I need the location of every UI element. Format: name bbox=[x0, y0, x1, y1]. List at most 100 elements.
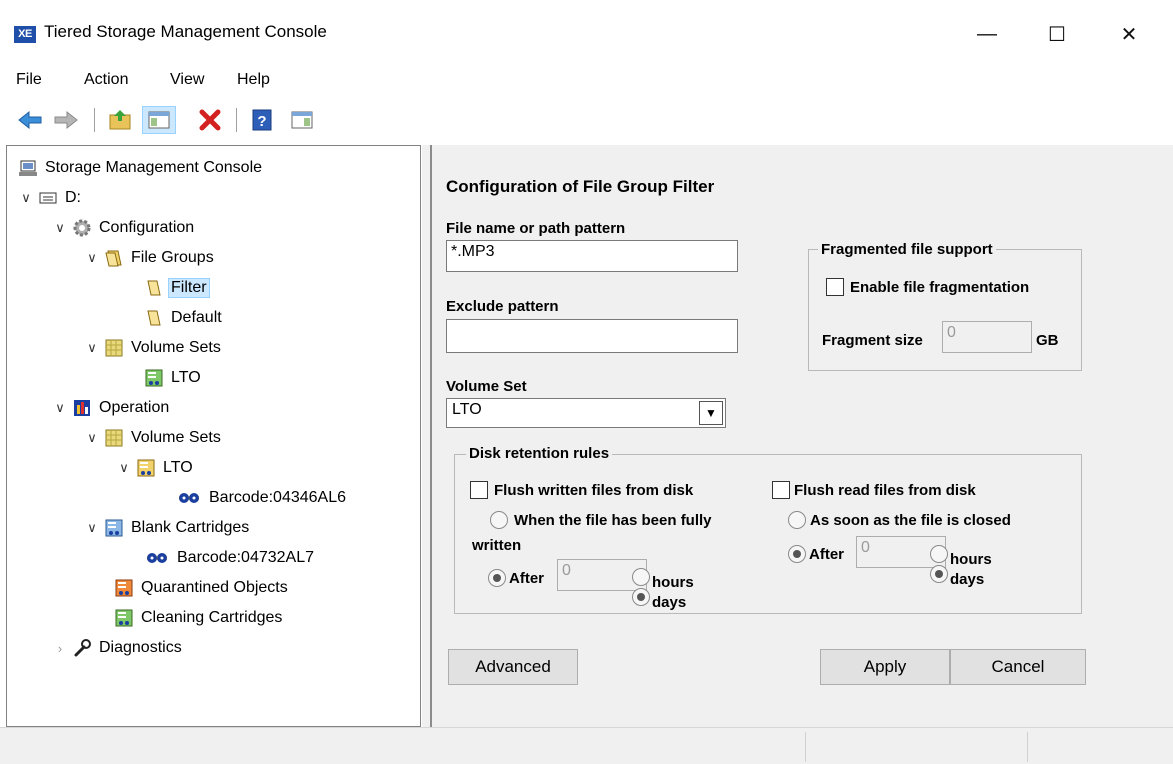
radio-button[interactable] bbox=[488, 569, 506, 587]
window-title: Tiered Storage Management Console bbox=[44, 22, 327, 41]
details-pane: Configuration of File Group Filter File … bbox=[430, 145, 1173, 727]
fragmented-group-title: Fragmented file support bbox=[818, 241, 996, 258]
tape-reels-icon bbox=[177, 489, 201, 507]
minimize-button[interactable]: — bbox=[964, 14, 1010, 54]
tree-item-volume-sets-op[interactable]: ∨ Volume Sets bbox=[83, 426, 224, 450]
chevron-down-icon[interactable]: ∨ bbox=[115, 460, 133, 476]
chevron-down-icon[interactable]: ∨ bbox=[83, 520, 101, 536]
exclude-pattern-input[interactable] bbox=[446, 319, 738, 353]
maximize-button[interactable]: ☐ bbox=[1034, 14, 1080, 54]
radio-button[interactable] bbox=[788, 545, 806, 563]
menu-action[interactable]: Action bbox=[84, 71, 128, 89]
chevron-down-icon[interactable]: ∨ bbox=[17, 190, 35, 206]
fragment-size-label: Fragment size bbox=[822, 332, 923, 349]
tree-item-drive[interactable]: ∨ D: bbox=[17, 186, 84, 210]
tape-cartridge-icon bbox=[105, 519, 123, 537]
exclude-pattern-label: Exclude pattern bbox=[446, 298, 559, 315]
tree-item-configuration[interactable]: ∨ Configuration bbox=[51, 216, 197, 240]
advanced-button[interactable]: Advanced bbox=[448, 649, 578, 685]
chevron-down-icon[interactable]: ∨ bbox=[83, 250, 101, 266]
checkbox-box[interactable] bbox=[470, 481, 488, 499]
read-closed-radio[interactable]: As soon as the file is closed bbox=[788, 511, 1011, 529]
flush-written-checkbox[interactable]: Flush written files from disk bbox=[470, 481, 693, 499]
fragment-size-input[interactable]: 0 bbox=[942, 321, 1032, 353]
tree-item-diagnostics[interactable]: › Diagnostics bbox=[51, 636, 185, 660]
radio-button[interactable] bbox=[490, 511, 508, 529]
back-arrow-icon[interactable] bbox=[14, 106, 46, 134]
status-separator bbox=[805, 732, 806, 762]
fragment-size-unit: GB bbox=[1036, 332, 1059, 349]
tree-item-barcode-2[interactable]: Barcode:04732AL7 bbox=[145, 546, 317, 570]
status-separator bbox=[1027, 732, 1028, 762]
tree-item-barcode-1[interactable]: Barcode:04346AL6 bbox=[177, 486, 349, 510]
toolbar-separator bbox=[94, 108, 95, 132]
tree-item-lto-op[interactable]: ∨ LTO bbox=[115, 456, 196, 480]
chevron-down-icon[interactable]: ∨ bbox=[51, 220, 69, 236]
tree-item-root[interactable]: Storage Management Console bbox=[19, 156, 265, 180]
menu-help[interactable]: Help bbox=[237, 71, 270, 89]
toolbar-separator bbox=[236, 108, 237, 132]
chevron-down-icon[interactable]: ∨ bbox=[83, 430, 101, 446]
written-days-radio[interactable]: days bbox=[632, 582, 686, 611]
tree-item-default[interactable]: Default bbox=[145, 306, 225, 330]
tape-cartridge-icon bbox=[145, 369, 163, 387]
tape-cartridge-icon bbox=[115, 609, 133, 627]
close-button[interactable]: ✕ bbox=[1106, 14, 1152, 54]
volume-set-select[interactable]: LTO ▼ bbox=[446, 398, 726, 428]
forward-arrow-icon[interactable] bbox=[50, 106, 82, 134]
console-tree[interactable]: Storage Management Console ∨ D: ∨ Config… bbox=[6, 145, 421, 727]
tree-item-file-groups[interactable]: ∨ File Groups bbox=[83, 246, 217, 270]
written-fully-radio[interactable]: When the file has been fully bbox=[490, 511, 712, 529]
show-action-pane-icon[interactable] bbox=[286, 106, 318, 134]
file-group-icon bbox=[145, 309, 163, 327]
menu-file[interactable]: File bbox=[16, 71, 42, 89]
tree-item-blank-cartridges[interactable]: ∨ Blank Cartridges bbox=[83, 516, 252, 540]
file-group-icon bbox=[145, 279, 163, 297]
flush-read-checkbox[interactable]: Flush read files from disk bbox=[772, 481, 976, 499]
radio-button[interactable] bbox=[632, 587, 650, 606]
delete-icon[interactable] bbox=[194, 106, 226, 134]
read-days-radio[interactable]: days bbox=[930, 559, 984, 588]
tape-cartridge-icon bbox=[115, 579, 133, 597]
radio-button[interactable] bbox=[788, 511, 806, 529]
file-pattern-input[interactable]: *.MP3 bbox=[446, 240, 738, 272]
svg-text:?: ? bbox=[257, 113, 266, 130]
file-pattern-label: File name or path pattern bbox=[446, 220, 626, 237]
volume-set-value: LTO bbox=[452, 401, 482, 418]
computer-icon bbox=[19, 159, 37, 177]
chevron-down-icon[interactable]: ∨ bbox=[83, 340, 101, 356]
tape-reels-icon bbox=[145, 549, 169, 567]
status-bar bbox=[0, 727, 1173, 764]
retention-group bbox=[454, 454, 1082, 614]
show-hide-console-tree-icon[interactable] bbox=[142, 106, 176, 134]
file-groups-icon bbox=[105, 249, 123, 267]
up-folder-icon[interactable] bbox=[104, 106, 136, 134]
tree-item-cleaning-cartridges[interactable]: Cleaning Cartridges bbox=[115, 606, 285, 630]
checkbox-box[interactable] bbox=[772, 481, 790, 499]
radio-button[interactable] bbox=[930, 564, 948, 583]
volume-sets-icon bbox=[105, 429, 123, 447]
tree-item-operation[interactable]: ∨ Operation bbox=[51, 396, 172, 420]
tree-item-volume-sets-config[interactable]: ∨ Volume Sets bbox=[83, 336, 224, 360]
gear-icon bbox=[73, 219, 91, 237]
checkbox-box[interactable] bbox=[826, 278, 844, 296]
tree-item-quarantined-objects[interactable]: Quarantined Objects bbox=[115, 576, 291, 600]
cancel-button[interactable]: Cancel bbox=[950, 649, 1086, 685]
help-icon[interactable]: ? bbox=[246, 106, 278, 134]
title-bar: XE Tiered Storage Management Console — ☐… bbox=[0, 0, 1173, 64]
apply-button[interactable]: Apply bbox=[820, 649, 950, 685]
after-read-radio[interactable]: After bbox=[788, 545, 844, 563]
pane-splitter[interactable] bbox=[422, 145, 430, 727]
menu-view[interactable]: View bbox=[170, 71, 204, 89]
tree-item-filter[interactable]: Filter bbox=[145, 276, 210, 300]
after-written-radio[interactable]: After bbox=[488, 569, 544, 587]
chevron-down-icon[interactable]: ∨ bbox=[51, 400, 69, 416]
volume-sets-icon bbox=[105, 339, 123, 357]
enable-fragmentation-checkbox[interactable]: Enable file fragmentation bbox=[826, 278, 1029, 296]
written-fully-radio-label-cont: written bbox=[472, 537, 522, 554]
operation-chart-icon bbox=[73, 399, 91, 417]
chevron-right-icon[interactable]: › bbox=[51, 641, 69, 656]
retention-group-title: Disk retention rules bbox=[466, 445, 613, 462]
tree-item-lto-config[interactable]: LTO bbox=[145, 366, 204, 390]
chevron-down-icon[interactable]: ▼ bbox=[699, 401, 723, 425]
